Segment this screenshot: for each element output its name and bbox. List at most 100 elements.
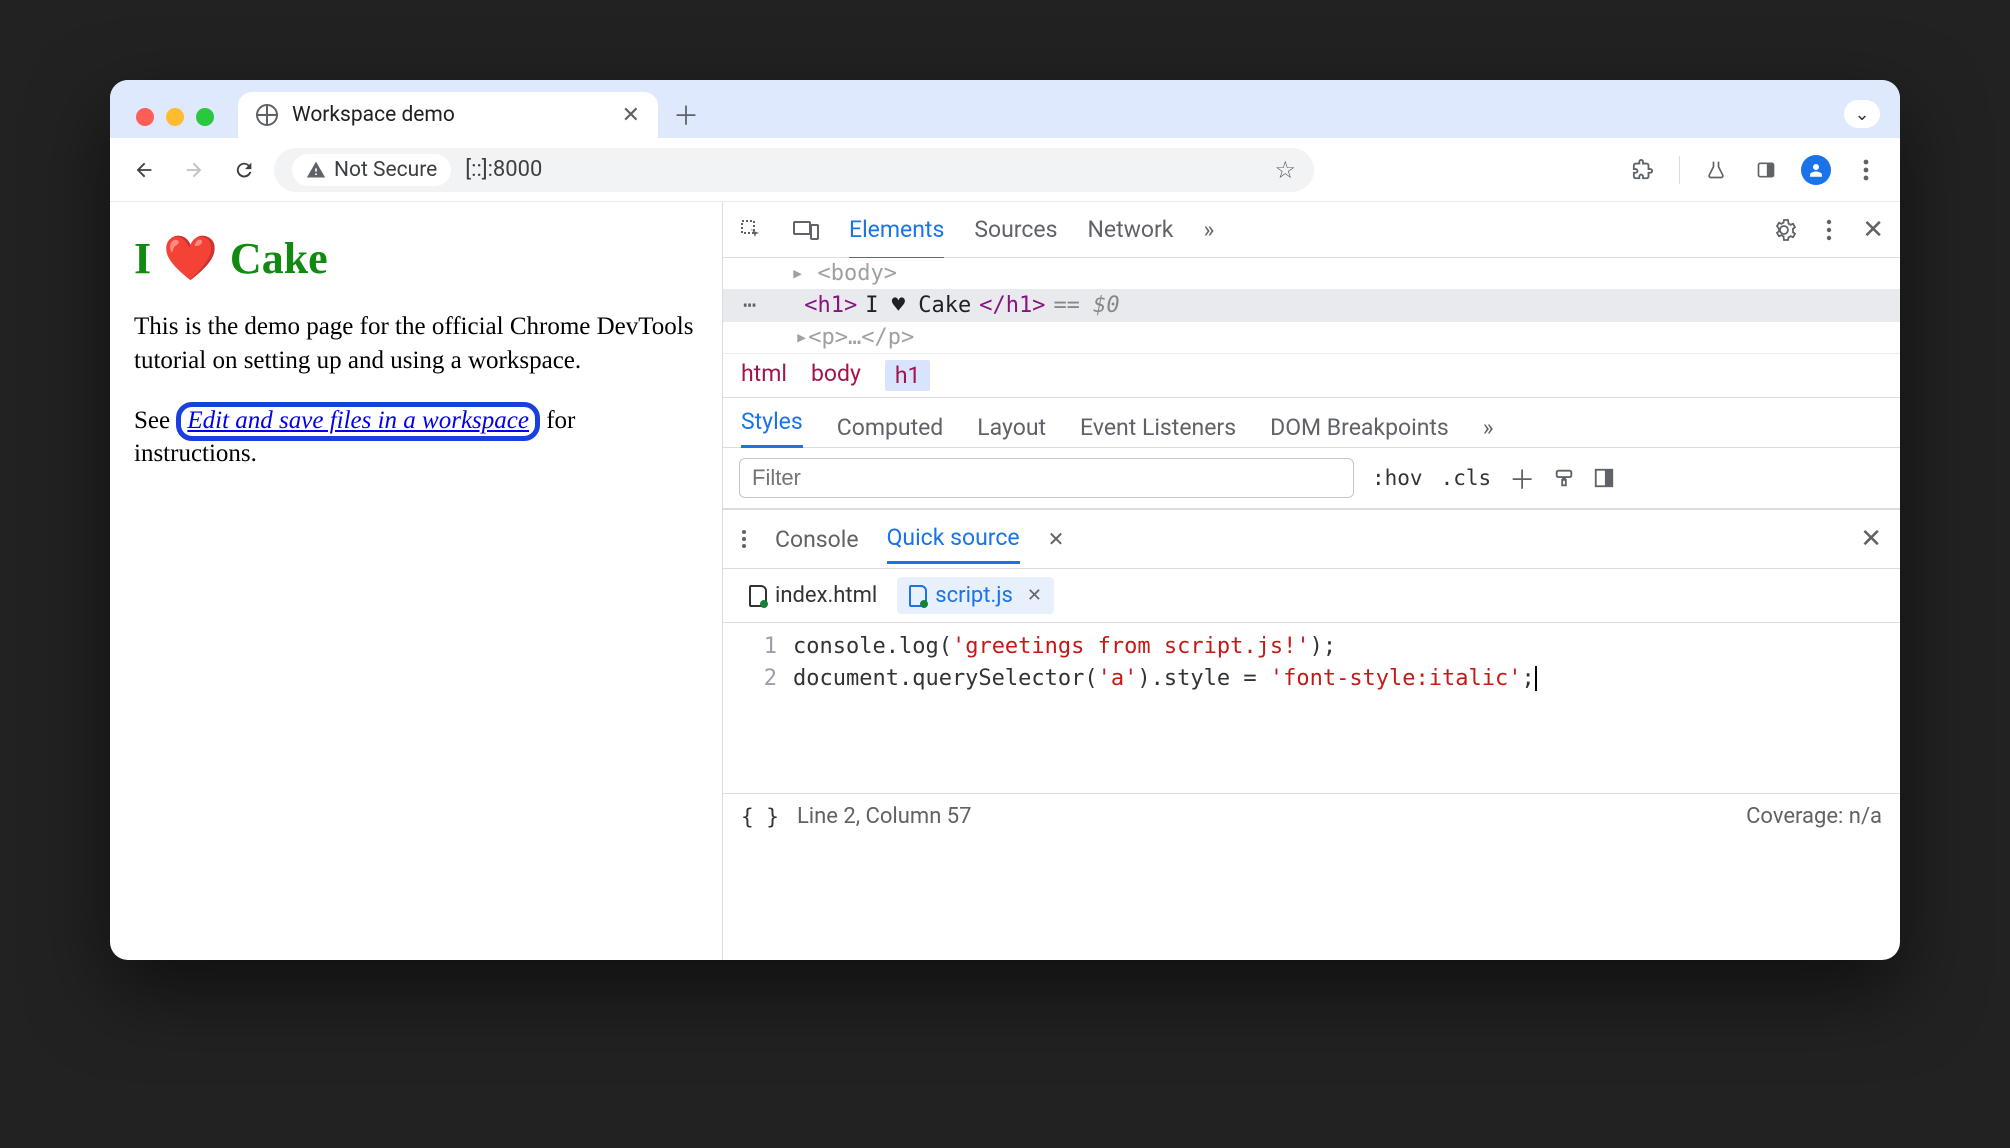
content-area: I ❤️ Cake This is the demo page for the … <box>110 202 1900 960</box>
flask-icon <box>1706 159 1726 181</box>
dom-row-prev[interactable]: ▸ <body> <box>723 258 1900 289</box>
cursor-position: Line 2, Column 57 <box>797 804 972 829</box>
devtools-main-tabs: Elements Sources Network » ✕ <box>723 202 1900 258</box>
crumb-html[interactable]: html <box>741 360 787 391</box>
dom-text: I ♥ Cake <box>865 293 971 318</box>
inspect-icon <box>739 218 763 242</box>
subtab-layout[interactable]: Layout <box>977 414 1046 441</box>
devtools-menu-button[interactable] <box>1826 219 1832 241</box>
toolbar: Not Secure [::]:8000 ☆ <box>110 138 1900 202</box>
dom-row-selected[interactable]: ⋯ <h1>I ♥ Cake</h1> == $0 <box>723 289 1900 322</box>
arrow-left-icon <box>133 159 155 181</box>
devtools-close-button[interactable]: ✕ <box>1862 215 1884 245</box>
code-area[interactable]: console.log('greetings from script.js!')… <box>793 623 1537 793</box>
file-tab-close[interactable]: ✕ <box>1027 585 1042 606</box>
drawer-close-button[interactable]: ✕ <box>1860 524 1882 554</box>
subtab-overflow[interactable]: » <box>1483 414 1494 441</box>
window-controls <box>122 108 228 138</box>
subtab-event-listeners[interactable]: Event Listeners <box>1080 414 1236 441</box>
styles-subtabs: Styles Computed Layout Event Listeners D… <box>723 398 1900 448</box>
heart-icon: ❤️ <box>163 232 218 284</box>
reload-button[interactable] <box>224 150 264 190</box>
file-tab-script[interactable]: script.js ✕ <box>897 577 1054 614</box>
maximize-window-button[interactable] <box>196 108 214 126</box>
cls-toggle[interactable]: .cls <box>1441 466 1492 490</box>
heading-suffix: Cake <box>230 233 328 284</box>
minimize-window-button[interactable] <box>166 108 184 126</box>
subtab-dom-breakpoints[interactable]: DOM Breakpoints <box>1270 414 1449 441</box>
tab-overflow-button[interactable]: ⌄ <box>1844 100 1880 128</box>
devtools-settings-button[interactable] <box>1772 218 1796 242</box>
dom-tree[interactable]: ▸ <body> ⋯ <h1>I ♥ Cake</h1> == $0 ▸<p>…… <box>723 258 1900 353</box>
drawer-tabs: Console Quick source ✕ ✕ <box>723 509 1900 569</box>
dom-close-tag: </h1> <box>979 293 1045 318</box>
device-toggle-button[interactable] <box>793 219 819 241</box>
file-icon <box>749 585 767 607</box>
drawer-tab-close[interactable]: ✕ <box>1048 527 1065 551</box>
back-button[interactable] <box>124 150 164 190</box>
bookmark-button[interactable]: ☆ <box>1274 156 1296 184</box>
highlight-ring: Edit and save files in a workspace <box>176 402 540 441</box>
close-tab-button[interactable]: ✕ <box>622 103 640 128</box>
rendered-page: I ❤️ Cake This is the demo page for the … <box>110 202 722 960</box>
cta-prefix: See <box>134 407 176 434</box>
drawer-tab-quick-source[interactable]: Quick source <box>887 514 1020 564</box>
crumb-h1[interactable]: h1 <box>885 360 931 391</box>
profile-button[interactable] <box>1796 150 1836 190</box>
file-tab-label: script.js <box>935 583 1013 608</box>
tutorial-link[interactable]: Edit and save files in a workspace <box>187 407 529 434</box>
tab-network[interactable]: Network <box>1087 216 1173 243</box>
subtab-styles[interactable]: Styles <box>741 408 803 448</box>
dom-breadcrumbs: html body h1 <box>723 353 1900 398</box>
panel-icon <box>1756 160 1776 180</box>
chrome-menu-button[interactable] <box>1846 150 1886 190</box>
experiments-button[interactable] <box>1696 150 1736 190</box>
line-gutter: 12 <box>723 623 793 793</box>
side-panel-button[interactable] <box>1746 150 1786 190</box>
inspect-element-button[interactable] <box>739 218 763 242</box>
reload-icon <box>233 159 255 181</box>
security-chip-label: Not Secure <box>334 158 437 182</box>
dom-selected-marker: == $0 <box>1053 293 1119 318</box>
coverage-status: Coverage: n/a <box>1746 804 1882 829</box>
styles-toolbar: :hov .cls ＋ <box>723 448 1900 509</box>
arrow-right-icon <box>183 159 205 181</box>
tab-sources[interactable]: Sources <box>974 216 1057 243</box>
paint-icon[interactable] <box>1553 467 1575 489</box>
forward-button[interactable] <box>174 150 214 190</box>
new-tab-button[interactable]: ＋ <box>668 96 704 132</box>
avatar-icon <box>1801 155 1831 185</box>
puzzle-icon <box>1632 159 1654 181</box>
hov-toggle[interactable]: :hov <box>1372 466 1423 490</box>
omnibox[interactable]: Not Secure [::]:8000 ☆ <box>274 148 1314 192</box>
drawer-tab-console[interactable]: Console <box>775 526 859 553</box>
gear-icon <box>1772 218 1796 242</box>
extensions-button[interactable] <box>1623 150 1663 190</box>
tab-elements[interactable]: Elements <box>849 216 944 260</box>
format-button[interactable]: { } <box>741 805 779 829</box>
drawer-menu-button[interactable] <box>741 529 747 549</box>
file-tab-label: index.html <box>775 583 877 608</box>
warning-icon <box>306 160 326 180</box>
source-file-tabs: index.html script.js ✕ <box>723 569 1900 623</box>
heading-prefix: I <box>134 233 151 284</box>
computed-toggle-icon[interactable] <box>1593 467 1615 489</box>
devices-icon <box>793 219 819 241</box>
browser-tab[interactable]: Workspace demo ✕ <box>238 92 658 138</box>
crumb-body[interactable]: body <box>811 360 861 391</box>
globe-icon <box>256 104 278 126</box>
subtab-computed[interactable]: Computed <box>837 414 944 441</box>
kebab-icon <box>1863 159 1869 181</box>
browser-window: Workspace demo ✕ ＋ ⌄ Not Secure [::]:800… <box>110 80 1900 960</box>
close-window-button[interactable] <box>136 108 154 126</box>
dom-row-next[interactable]: ▸<p>…</p> <box>723 322 1900 353</box>
ellipsis-icon[interactable]: ⋯ <box>743 293 758 318</box>
new-style-rule-button[interactable]: ＋ <box>1509 460 1535 497</box>
tab-strip: Workspace demo ✕ ＋ ⌄ <box>110 80 1900 138</box>
styles-filter-input[interactable] <box>739 458 1354 498</box>
url-text: [::]:8000 <box>465 157 542 182</box>
tab-overflow[interactable]: » <box>1203 216 1214 243</box>
file-tab-index[interactable]: index.html <box>737 577 889 614</box>
security-chip[interactable]: Not Secure <box>292 154 451 186</box>
source-editor[interactable]: 12 console.log('greetings from script.js… <box>723 623 1900 793</box>
